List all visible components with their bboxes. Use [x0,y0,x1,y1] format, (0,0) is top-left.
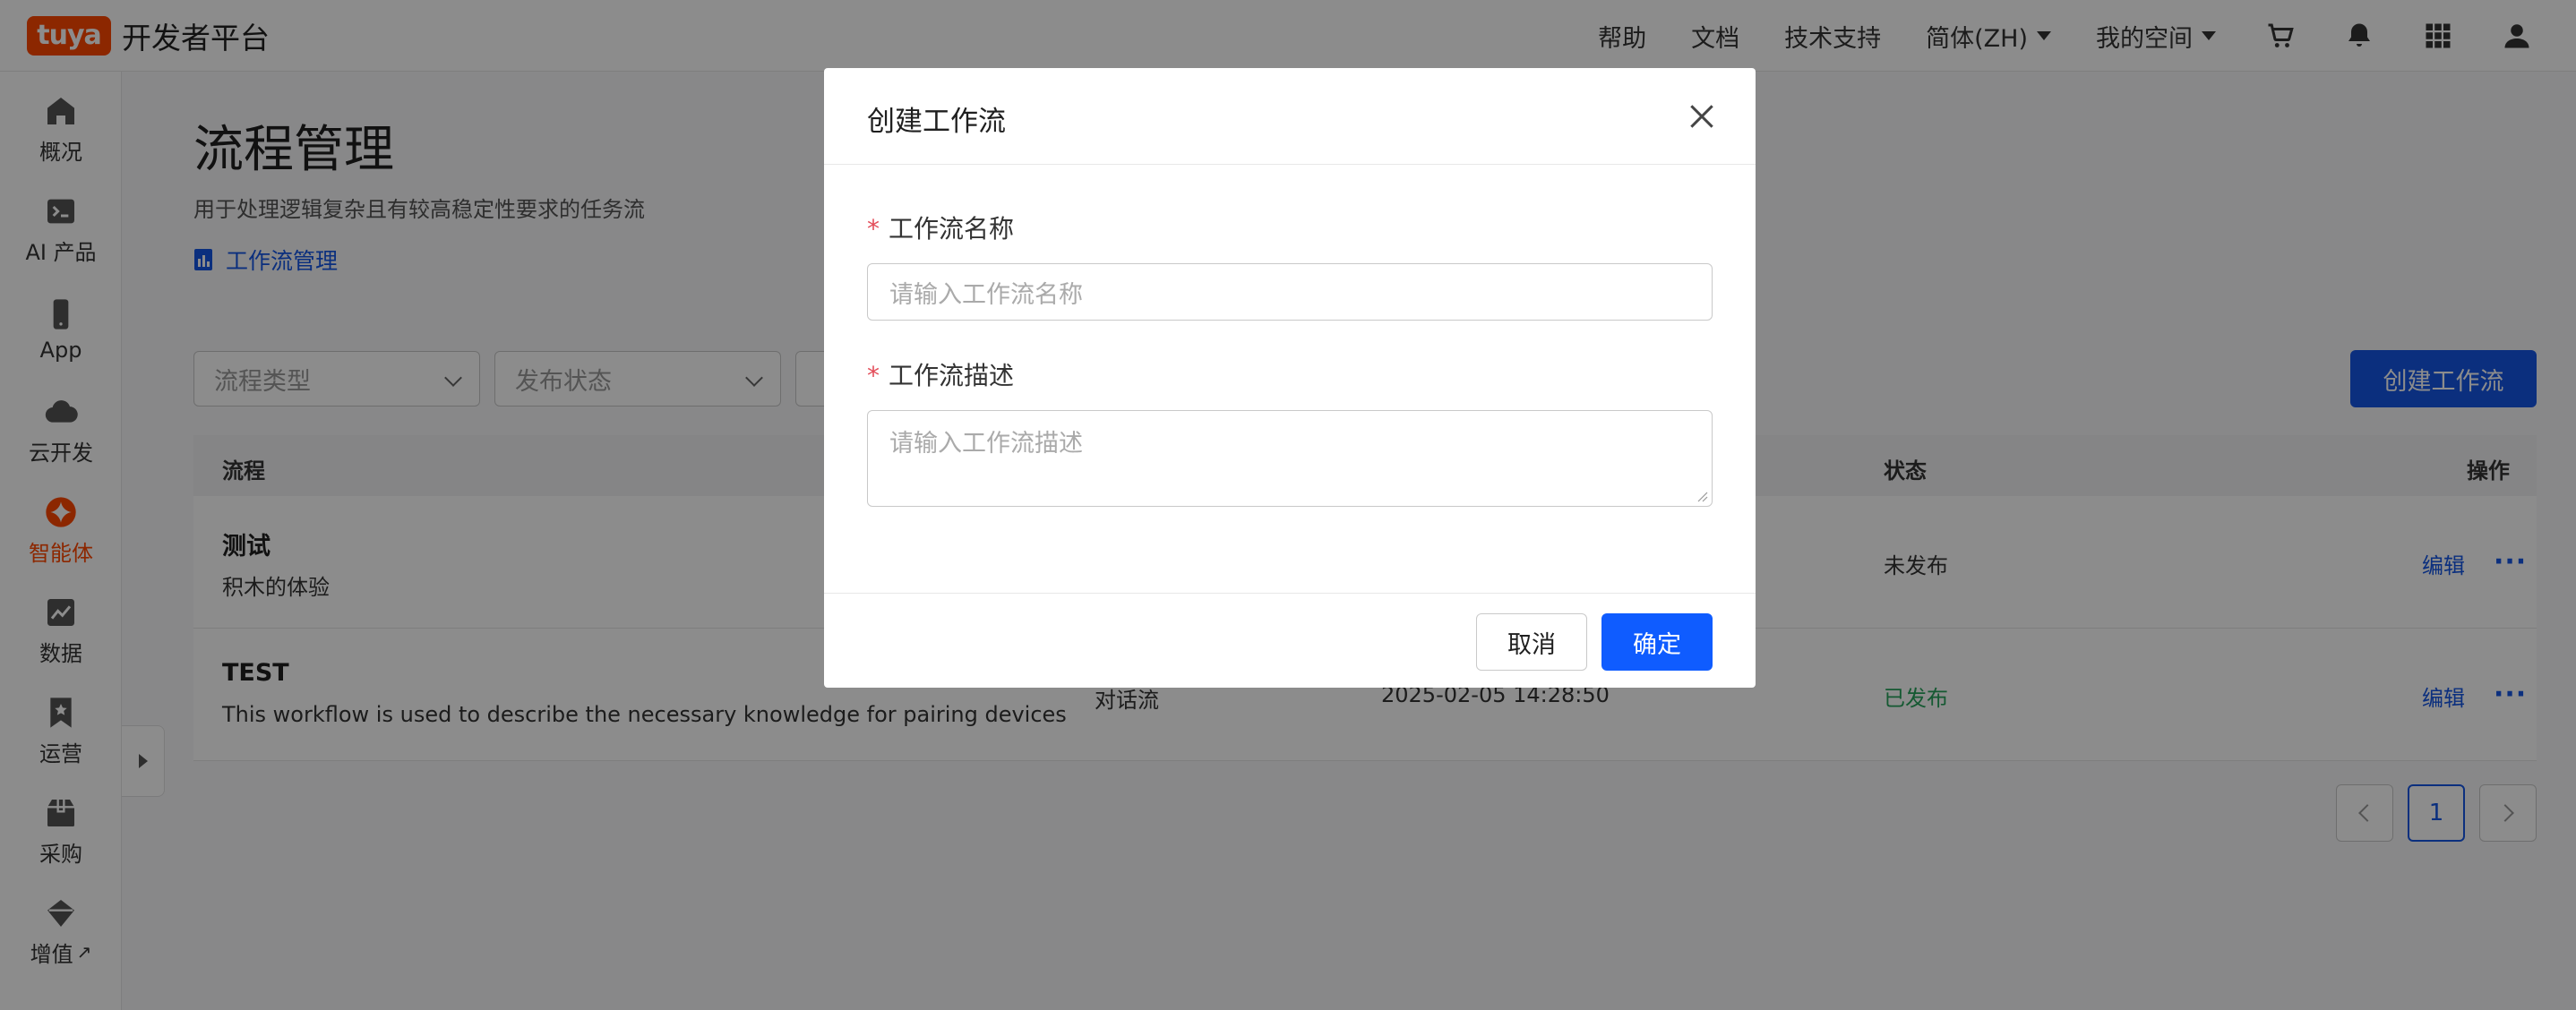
required-mark: * [867,361,880,390]
workflow-description-placeholder: 请输入工作流描述 [889,430,1083,458]
workflow-description-textarea[interactable]: 请输入工作流描述 [867,410,1713,507]
desc-label-text: 工作流描述 [889,361,1015,390]
dialog-header: 创建工作流 [824,68,1756,165]
cancel-button[interactable]: 取消 [1476,613,1587,671]
close-icon[interactable] [1684,98,1720,134]
name-label-text: 工作流名称 [889,214,1015,244]
resize-handle-icon[interactable] [1696,490,1708,502]
desc-field-label: * 工作流描述 [867,356,1014,392]
dialog-footer: 取消 确定 [824,593,1756,688]
dialog-title: 创建工作流 [867,106,1006,138]
create-workflow-dialog: 创建工作流 * 工作流名称 请输入工作流名称 * 工作流描述 请输入工作流描述 取消… [824,68,1756,688]
confirm-button[interactable]: 确定 [1601,613,1713,671]
required-mark: * [867,214,880,244]
name-field-label: * 工作流名称 [867,210,1014,245]
workflow-name-placeholder: 请输入工作流名称 [889,280,1083,309]
workflow-name-input[interactable]: 请输入工作流名称 [867,263,1713,321]
